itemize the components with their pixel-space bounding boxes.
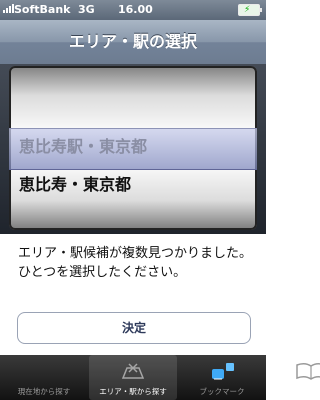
navigation-bar: エリア・駅の選択 [0,20,266,65]
bookmark-book-icon [296,362,320,380]
tab-label: エリア・駅から探す [99,387,167,396]
page-title: エリア・駅の選択 [68,32,197,51]
picker-wheel[interactable]: 恵比寿駅・東京都 恵比寿・東京都 [9,66,257,230]
tab-current-location[interactable]: 現在地から探す [0,355,145,400]
carrier-name: SoftBank [14,3,71,16]
tab-bar: 現在地から探す エリア・駅から探す ブックマーク [0,355,320,400]
tab-label: 現在地から探す [17,387,71,396]
tab-area-station[interactable]: エリア・駅から探す [89,355,234,400]
picker-item[interactable]: 恵比寿駅・東京都 [19,132,247,162]
tab-label: ブックマーク [199,387,245,396]
tab-bookmark[interactable]: ブックマーク [178,355,320,400]
battery-charging-icon: ⚡ [238,4,262,16]
status-bar: SoftBank 3G 16.00 ⚡ [0,0,266,20]
network-type: 3G [78,3,95,16]
confirm-button[interactable]: 決定 [17,312,251,344]
picker-item-selected[interactable]: 恵比寿・東京都 [19,170,247,200]
instruction-message: エリア・駅候補が複数見つかりました。ひとつを選択したください。 [18,246,253,280]
signal-strength-icon [3,4,14,13]
status-time: 16.00 [118,3,153,16]
